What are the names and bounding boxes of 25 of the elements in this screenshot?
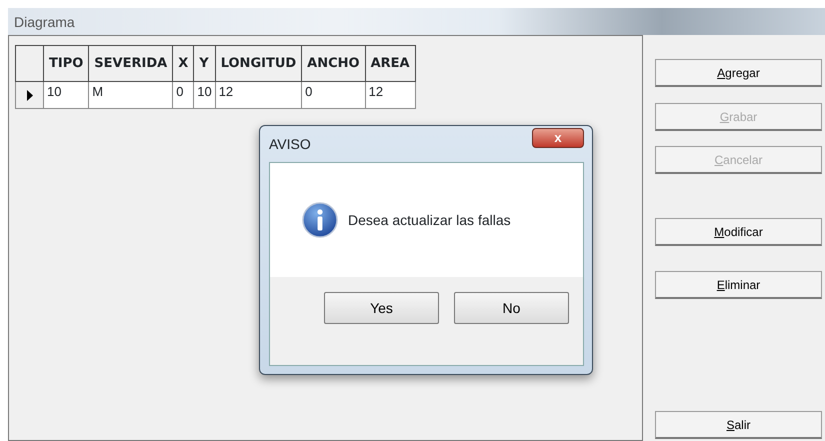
column-header[interactable]: Y [194,46,216,82]
column-header[interactable]: LONGITUD [215,46,302,82]
info-icon [302,202,338,238]
dialog-button[interactable]: No [454,292,569,324]
action-button[interactable]: Salir [655,411,822,439]
dialog-button[interactable]: Yes [324,292,439,324]
close-button[interactable]: x [532,128,584,148]
table-cell: 0 [302,82,366,108]
action-button[interactable]: Modificar [655,218,822,246]
column-header[interactable]: X [172,46,194,82]
table-cell: 10 [194,82,216,108]
column-header[interactable]: AREA [365,46,416,82]
dialog-message: Desea actualizar las fallas [348,210,511,230]
action-button[interactable]: Agregar [655,59,822,87]
table-cell: 12 [365,82,416,108]
action-button[interactable]: Eliminar [655,271,822,299]
column-header[interactable]: SEVERIDA [88,46,173,82]
table-cell: 0 [172,82,194,108]
column-header[interactable]: ANCHO [302,46,366,82]
table-cell: 12 [215,82,302,108]
dialog-title: AVISO [269,134,311,154]
window-title: Diagrama [14,14,75,30]
table-cell: M [88,82,173,108]
column-header[interactable]: TIPO [44,46,89,82]
table-cell: 10 [44,82,89,108]
